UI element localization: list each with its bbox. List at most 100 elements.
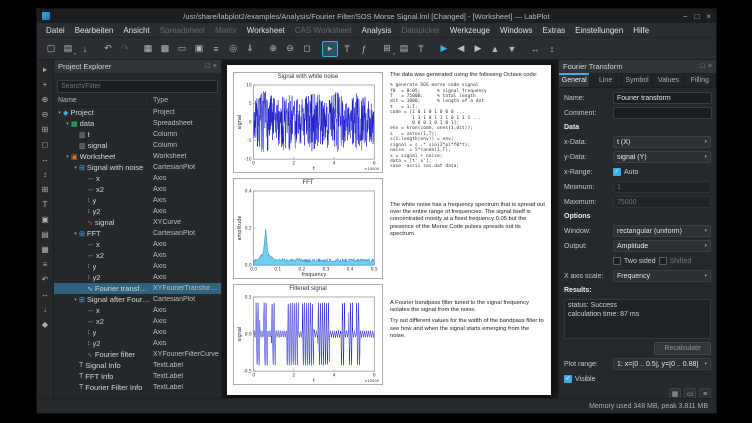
menu-extras[interactable]: Extras: [537, 24, 570, 37]
maximize-button[interactable]: □: [694, 12, 699, 21]
tab-line[interactable]: Line: [590, 73, 621, 87]
project-explorer-header[interactable]: Project Explorer □ ×: [54, 60, 221, 73]
close-button[interactable]: ×: [706, 12, 711, 21]
save-project-icon[interactable]: ↓: [77, 41, 93, 57]
zoom-selection-tool-icon[interactable]: ⊞: [38, 122, 52, 136]
float-icon[interactable]: □: [701, 63, 705, 70]
tree-row[interactable]: ▥tColumn: [54, 129, 221, 140]
dock-header[interactable]: Fourier Transform □ ×: [559, 60, 716, 73]
xdata-combo[interactable]: t (X) ▾: [613, 136, 711, 148]
tree-row[interactable]: ↕yAxis: [54, 327, 221, 338]
new-note-icon[interactable]: ≡: [208, 41, 224, 57]
tree-row[interactable]: ↕yAxis: [54, 195, 221, 206]
fit-height-tool-icon[interactable]: ↕: [38, 167, 52, 181]
column-header-type[interactable]: Type: [150, 97, 221, 104]
fourier-filter-info-label[interactable]: A Fourier bandpass filter tuned to the s…: [390, 284, 545, 388]
fit-width-tool-icon[interactable]: ↔: [38, 152, 52, 166]
auto-checkbox[interactable]: ✓: [613, 168, 621, 176]
tree-row[interactable]: ▥signalColumn: [54, 140, 221, 151]
tree-row[interactable]: ↔x2Axis: [54, 184, 221, 195]
new-worksheet-icon[interactable]: ▭: [174, 41, 190, 57]
expand-arrow-icon[interactable]: ▾: [64, 121, 71, 127]
menu-werkzeuge[interactable]: Werkzeuge: [445, 24, 495, 37]
add-legend-icon[interactable]: ▤: [396, 41, 412, 57]
new-matrix-icon[interactable]: ▩: [157, 41, 173, 57]
menu-worksheet[interactable]: Worksheet: [242, 24, 290, 37]
titlebar[interactable]: /usr/share/labplot2/examples/Analysis/Fo…: [37, 9, 716, 23]
shift-right-icon[interactable]: ▶: [470, 41, 486, 57]
search-input[interactable]: [57, 80, 218, 93]
tree-row[interactable]: ▾▦dataSpreadsheet: [54, 118, 221, 129]
shift-left-icon[interactable]: ◀: [453, 41, 469, 57]
visible-label[interactable]: Visible: [575, 376, 596, 383]
zoom-out-icon[interactable]: ⊖: [282, 41, 298, 57]
crosshair-tool-icon[interactable]: +: [38, 77, 52, 91]
column-header-name[interactable]: Name: [54, 97, 150, 104]
grid-tool-icon[interactable]: ▦: [38, 242, 52, 256]
menu-ansicht[interactable]: Ansicht: [118, 24, 154, 37]
close-icon[interactable]: ×: [708, 63, 712, 70]
zoom-fit-icon[interactable]: ◻: [299, 41, 315, 57]
tree-row[interactable]: ↕y2Axis: [54, 338, 221, 349]
undo-icon[interactable]: ↶: [100, 41, 116, 57]
new-workbook-icon[interactable]: ▣: [191, 41, 207, 57]
menu-datapicker[interactable]: Datapicker: [396, 24, 444, 37]
tree-row[interactable]: ↕y2Axis: [54, 272, 221, 283]
fit-page-tool-icon[interactable]: ◻: [38, 137, 52, 151]
redo-icon[interactable]: ↷: [117, 41, 133, 57]
tree-row[interactable]: ↔xAxis: [54, 173, 221, 184]
minimize-button[interactable]: −: [683, 12, 688, 21]
tree-row[interactable]: ↔xAxis: [54, 239, 221, 250]
two-sided-checkbox[interactable]: [613, 257, 621, 265]
minimum-field[interactable]: 1: [613, 181, 711, 193]
name-field[interactable]: [613, 92, 712, 104]
fft-info-label[interactable]: The white noise has a frequency spectrum…: [390, 178, 545, 284]
tree-row[interactable]: ∿Fourier filterXYFourierFilterCurve: [54, 349, 221, 360]
auto-scale-x-icon[interactable]: ↔: [527, 41, 543, 57]
import-data-icon[interactable]: ⇓: [242, 41, 258, 57]
tree-row[interactable]: TFFT InfoTextLabel: [54, 371, 221, 382]
plot-filtered-signal[interactable]: Filtered signal 0.50.0-0.50246tsignal×10…: [233, 284, 383, 385]
auto-scale-y-icon[interactable]: ↕: [544, 41, 560, 57]
tree-row[interactable]: ▾⊞Signal after Fourier filterCartesianPl…: [54, 294, 221, 305]
select-tool-icon[interactable]: ▸: [38, 62, 52, 76]
tree-row[interactable]: ↔x2Axis: [54, 316, 221, 327]
expand-arrow-icon[interactable]: ▾: [72, 297, 79, 303]
expand-arrow-icon[interactable]: ▾: [72, 165, 79, 171]
tab-values[interactable]: Values: [653, 73, 684, 87]
tree-row[interactable]: ▾⊞FFTCartesianPlot: [54, 228, 221, 239]
tree-row[interactable]: TFourier Filter InfoTextLabel: [54, 382, 221, 393]
menu-spreadsheet[interactable]: Spreadsheet: [155, 24, 210, 37]
float-icon[interactable]: □: [206, 63, 210, 70]
text-mode-icon[interactable]: T: [339, 41, 355, 57]
add-legend-tool-icon[interactable]: ▤: [38, 227, 52, 241]
menu-analysis[interactable]: Analysis: [357, 24, 397, 37]
tab-general[interactable]: General: [559, 73, 590, 87]
output-combo[interactable]: Amplitude ▾: [613, 240, 711, 252]
export-tool-icon[interactable]: ↓: [38, 302, 52, 316]
tree-column-headers[interactable]: Name Type: [54, 95, 221, 107]
rotate-tool-icon[interactable]: ↶: [38, 272, 52, 286]
expand-arrow-icon[interactable]: ▾: [72, 231, 79, 237]
add-image-tool-icon[interactable]: ▣: [38, 212, 52, 226]
zoom-out-tool-icon[interactable]: ⊖: [38, 107, 52, 121]
new-spreadsheet-icon[interactable]: ▦: [140, 41, 156, 57]
xscale-combo[interactable]: Frequency ▾: [613, 270, 711, 282]
zoom-in-icon[interactable]: ⊕: [265, 41, 281, 57]
select-mode-icon[interactable]: ▸: [322, 41, 338, 57]
visible-checkbox[interactable]: ✓: [564, 375, 572, 383]
shift-down-icon[interactable]: ▼: [504, 41, 520, 57]
arrange-tool-icon[interactable]: ≡: [38, 257, 52, 271]
tree-row[interactable]: ↕y2Axis: [54, 206, 221, 217]
add-plot-tool-icon[interactable]: ⊞: [38, 182, 52, 196]
auto-label[interactable]: Auto: [624, 169, 638, 176]
ydata-combo[interactable]: signal (Y) ▾: [613, 151, 711, 163]
plot-fft[interactable]: FFT 0.40.20.00.00.10.20.30.40.5frequency…: [233, 178, 383, 279]
plot-signal-with-noise[interactable]: Signal with white noise 1050-5-100246tsi…: [233, 72, 383, 173]
signal-info-label[interactable]: The data was generated using the followi…: [390, 72, 545, 178]
function-mode-icon[interactable]: ƒ: [356, 41, 372, 57]
tree-row[interactable]: ↕yAxis: [54, 261, 221, 272]
add-plot-icon[interactable]: ⊞▾: [379, 41, 395, 57]
shift-up-icon[interactable]: ▲: [487, 41, 503, 57]
menu-matrix[interactable]: Matrix: [210, 24, 242, 37]
